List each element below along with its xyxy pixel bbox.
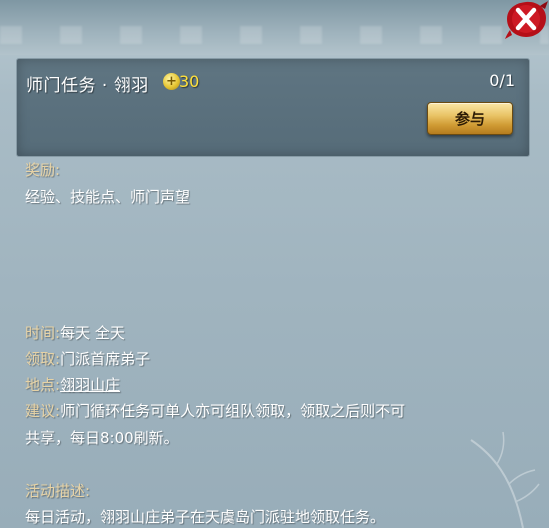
- level-value: 30: [179, 71, 200, 91]
- place-row: 地点:翎羽山庄: [25, 374, 120, 395]
- task-header-panel: 师门任务 · 翎羽 + 30 0/1 参与: [16, 58, 530, 157]
- activity-value: 每日活动，翎羽山庄弟子在天虞岛门派驻地领取任务。: [25, 508, 386, 526]
- advice-text-line2: 共享，每日8:00刷新。: [25, 429, 179, 447]
- close-x-icon: [505, 1, 548, 39]
- join-button[interactable]: 参与: [427, 102, 513, 135]
- time-label: 时间:: [25, 324, 61, 342]
- activity-label: 活动描述:: [25, 482, 91, 500]
- task-progress: 0/1: [489, 71, 515, 90]
- advice-label: 建议:: [25, 402, 61, 420]
- receive-value: 门派首席弟子: [60, 350, 151, 368]
- receive-label: 领取:: [25, 350, 61, 368]
- close-button[interactable]: [504, 0, 548, 40]
- decorative-branch-icon: [470, 431, 540, 528]
- plus-coin-icon: +: [163, 72, 180, 90]
- time-value: 每天 全天: [60, 324, 125, 342]
- reward-label-row: 奖励:: [25, 159, 60, 180]
- advice-row-continued: 共享，每日8:00刷新。: [25, 427, 179, 448]
- activity-label-row: 活动描述:: [25, 480, 90, 501]
- reward-value: 经验、技能点、师门声望: [25, 188, 191, 206]
- activity-value-row: 每日活动，翎羽山庄弟子在天虞岛门派驻地领取任务。: [25, 506, 385, 527]
- decorative-top-band: [0, 0, 549, 55]
- task-title: 师门任务 · 翎羽: [26, 76, 149, 96]
- place-label: 地点:: [25, 376, 61, 394]
- reward-value-row: 经验、技能点、师门声望: [25, 186, 190, 207]
- advice-row: 建议:师门循环任务可单人亦可组队领取，领取之后则不可: [25, 400, 405, 421]
- receive-row: 领取:门派首席弟子: [25, 348, 150, 369]
- reward-label: 奖励:: [25, 161, 61, 179]
- advice-text-line1: 师门循环任务可单人亦可组队领取，领取之后则不可: [60, 402, 406, 420]
- place-link[interactable]: 翎羽山庄: [60, 376, 120, 394]
- time-row: 时间:每天 全天: [25, 322, 125, 343]
- level-badge: + 30: [163, 69, 199, 93]
